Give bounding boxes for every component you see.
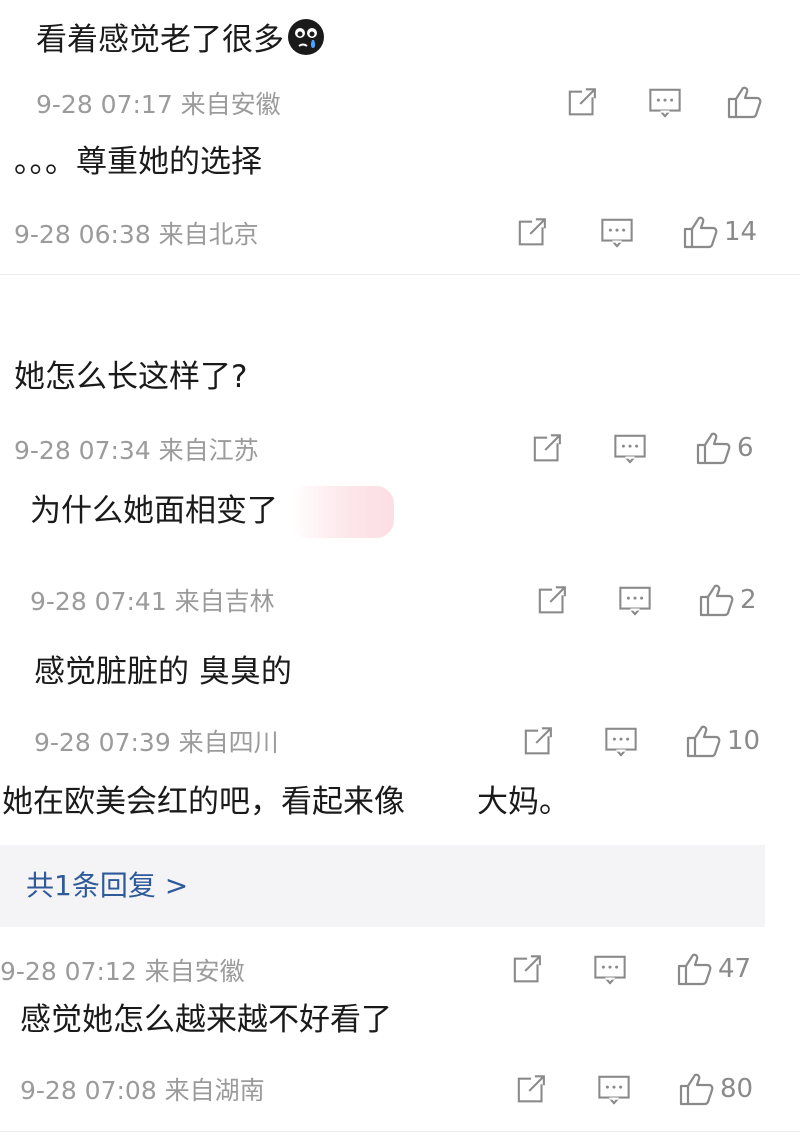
share-button[interactable] <box>512 953 546 987</box>
share-button[interactable] <box>516 1073 550 1107</box>
share-button[interactable] <box>523 725 557 759</box>
share-button[interactable] <box>567 86 601 120</box>
comment-meta: 9-28 07:12 来自安徽 <box>0 957 245 986</box>
comment-text-part: 她在欧美会红的吧，看起来像 <box>2 784 405 820</box>
thumbs-up-icon <box>699 584 734 617</box>
like-button[interactable]: 14 <box>682 214 757 250</box>
like-button[interactable]: 10 <box>685 723 760 759</box>
comment-text: 。。。尊重她的选择 <box>14 144 262 180</box>
like-count: 10 <box>727 726 761 756</box>
like-count: 47 <box>718 954 752 984</box>
like-count: 2 <box>740 585 757 615</box>
thumbs-up-icon <box>686 725 721 758</box>
like-button[interactable] <box>726 84 762 120</box>
divider <box>0 1131 800 1132</box>
like-count: 80 <box>720 1074 754 1104</box>
share-icon <box>518 216 547 246</box>
comment-meta: 9-28 06:38 来自北京 <box>14 220 259 249</box>
reply-button[interactable] <box>597 1073 631 1107</box>
share-icon <box>513 953 542 983</box>
comment-icon <box>614 434 646 464</box>
comment-meta: 9-28 07:17 来自安徽 <box>36 90 281 119</box>
share-button[interactable] <box>517 216 551 250</box>
comment-icon <box>605 727 637 757</box>
comment-meta: 9-28 07:41 来自吉林 <box>30 587 275 616</box>
reply-button[interactable] <box>593 953 627 987</box>
like-button[interactable]: 6 <box>695 430 754 466</box>
view-replies-link[interactable]: 共1条回复 > <box>26 872 188 900</box>
share-icon <box>533 432 562 462</box>
reply-button[interactable] <box>618 584 652 618</box>
comment-text: 为什么她面相变了 <box>30 493 278 529</box>
comment-text: 感觉脏脏的 臭臭的 <box>34 654 292 690</box>
comment-meta: 9-28 07:39 来自四川 <box>34 728 279 757</box>
like-count: 14 <box>724 217 758 247</box>
like-count: 6 <box>737 433 754 463</box>
reply-button[interactable] <box>600 216 634 250</box>
share-icon <box>524 725 553 755</box>
comment-icon <box>649 88 681 118</box>
comment-text: 看着感觉老了很多 <box>36 18 325 65</box>
comment-text-part: 大妈。 <box>477 784 570 820</box>
thumbs-up-icon <box>683 216 718 249</box>
like-button[interactable]: 47 <box>676 951 751 987</box>
reply-button[interactable] <box>604 725 638 759</box>
share-button[interactable] <box>532 432 566 466</box>
comment-meta: 9-28 07:08 来自湖南 <box>20 1076 265 1105</box>
thumbs-up-icon <box>677 953 712 986</box>
thumbs-up-icon <box>679 1073 714 1106</box>
crying-face-icon <box>287 18 325 65</box>
comment-meta: 9-28 07:34 来自江苏 <box>14 436 259 465</box>
comment-text: 感觉她怎么越来越不好看了 <box>20 1002 392 1038</box>
reply-button[interactable] <box>613 432 647 466</box>
share-icon <box>517 1073 546 1103</box>
reply-button[interactable] <box>648 86 682 120</box>
like-button[interactable]: 80 <box>678 1071 753 1107</box>
thumbs-up-icon <box>696 432 731 465</box>
thumbs-up-icon <box>727 86 762 119</box>
comment-icon <box>619 586 651 616</box>
like-button[interactable]: 2 <box>698 582 757 618</box>
share-button[interactable] <box>537 584 571 618</box>
comment-icon <box>598 1075 630 1105</box>
share-icon <box>568 86 597 116</box>
comment-text: 她在欧美会红的吧，看起来像 大妈。 <box>2 784 570 821</box>
comment-text: 她怎么长这样了? <box>14 359 248 395</box>
comment-icon <box>594 955 626 985</box>
comment-icon <box>601 218 633 248</box>
divider <box>0 274 800 275</box>
highlight-background <box>290 486 394 538</box>
share-icon <box>538 584 567 614</box>
